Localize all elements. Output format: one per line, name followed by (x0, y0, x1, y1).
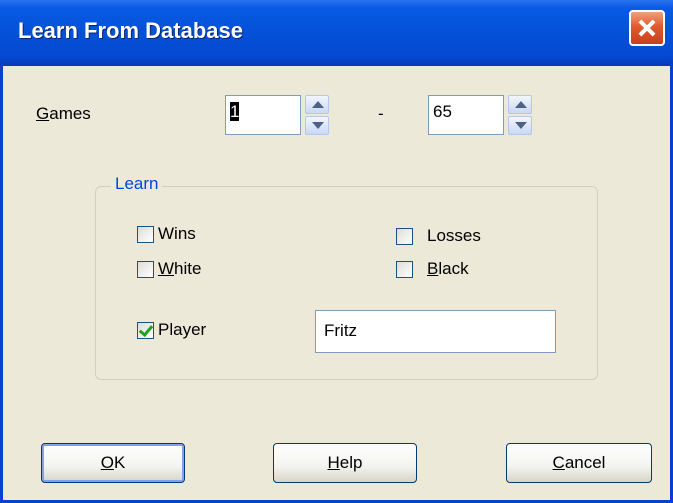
window-title: Learn From Database (18, 18, 243, 43)
player-name-input[interactable]: Fritz (315, 310, 556, 353)
close-icon[interactable] (629, 10, 665, 46)
games-to-up-button[interactable] (508, 95, 532, 114)
player-label[interactable]: Player (158, 320, 206, 340)
wins-checkbox[interactable] (137, 226, 154, 243)
black-checkbox[interactable] (396, 261, 413, 278)
black-label[interactable]: Black (427, 259, 469, 279)
help-button[interactable]: Help (273, 443, 417, 483)
wins-label[interactable]: Wins (158, 224, 196, 244)
player-checkbox[interactable] (137, 321, 154, 339)
games-to-input[interactable]: 65 (428, 95, 504, 135)
losses-label[interactable]: Losses (427, 226, 481, 246)
arrow-down-icon (312, 122, 324, 129)
white-checkbox[interactable] (137, 261, 154, 278)
cancel-button[interactable]: Cancel (506, 443, 652, 483)
learn-group-title: Learn (111, 174, 163, 194)
player-name-value: Fritz (324, 321, 358, 340)
losses-checkbox[interactable] (396, 228, 413, 245)
games-label: Games (36, 104, 91, 123)
title-bar[interactable]: Learn From Database (0, 0, 673, 66)
games-from-value: 1 (230, 102, 240, 121)
ok-button[interactable]: OK (41, 443, 185, 483)
games-from-up-button[interactable] (305, 95, 329, 114)
checkmark-icon (138, 321, 154, 338)
arrow-up-icon (515, 101, 527, 108)
games-from-spinner[interactable] (305, 95, 329, 135)
games-from-input[interactable]: 1 (225, 95, 301, 135)
dialog-window: Learn From Database Games 1 - 65 Learn W… (0, 0, 673, 503)
games-to-value: 65 (433, 102, 452, 121)
arrow-up-icon (312, 101, 324, 108)
games-from-down-button[interactable] (305, 116, 329, 135)
white-label[interactable]: White (158, 259, 201, 279)
games-range-separator: - (378, 104, 384, 123)
arrow-down-icon (515, 122, 527, 129)
games-to-spinner[interactable] (508, 95, 532, 135)
games-to-down-button[interactable] (508, 116, 532, 135)
